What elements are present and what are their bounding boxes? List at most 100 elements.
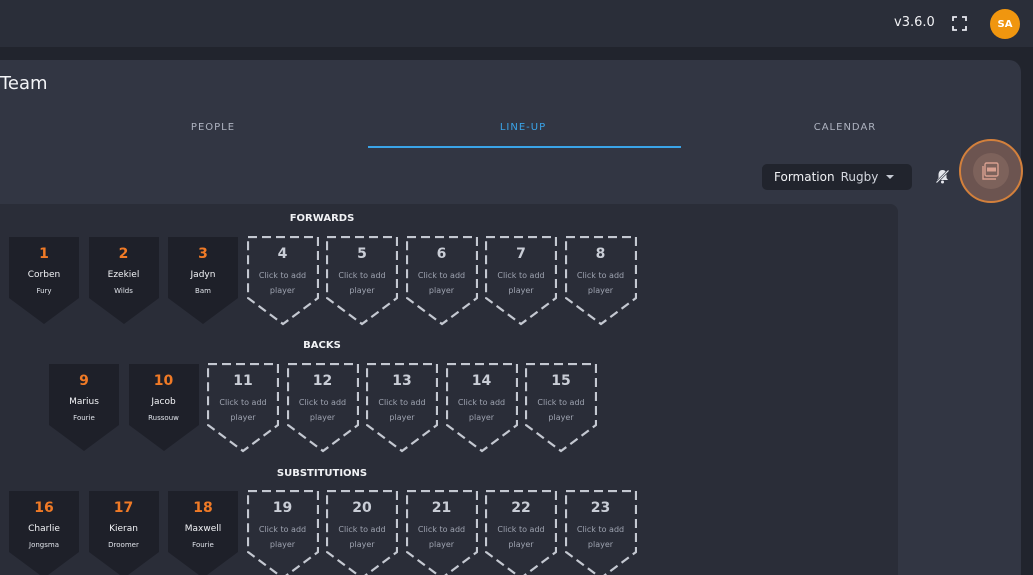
empty-player-slot[interactable]: 21 Click to add player <box>405 490 478 575</box>
player-slot[interactable]: 16 Charlie Jongsma <box>8 490 80 575</box>
empty-player-slot[interactable]: 12 Click to add player <box>286 363 359 453</box>
section-title: SUBSTITUTIONS <box>276 468 368 479</box>
player-slot[interactable]: 10 Jacob Russouw <box>128 363 200 453</box>
jersey-number: 22 <box>511 500 531 516</box>
player-last-name: Wilds <box>114 287 133 295</box>
section-title: BACKS <box>303 340 341 351</box>
pdf-icon <box>982 162 999 180</box>
player-slot[interactable]: 17 Kieran Droomer <box>88 490 160 575</box>
jersey-number: 18 <box>193 500 213 516</box>
add-player-text: player <box>428 286 455 295</box>
jersey-number: 20 <box>352 500 372 516</box>
version-label: v3.6.0 <box>894 15 935 30</box>
add-player-text: Click to add <box>576 525 625 534</box>
jersey-number: 5 <box>357 246 367 262</box>
jersey-number: 23 <box>590 500 611 516</box>
player-first-name: Ezekiel <box>107 270 140 280</box>
jersey-number: 13 <box>392 373 412 389</box>
jersey-number: 4 <box>277 246 288 262</box>
formation-select[interactable]: Formation Rugby <box>762 164 912 190</box>
player-slot[interactable]: 18 Maxwell Fourie <box>167 490 239 575</box>
jersey-number: 11 <box>233 373 253 389</box>
empty-player-slot[interactable]: 20 Click to add player <box>326 490 398 575</box>
player-slot[interactable]: 2 Ezekiel Wilds <box>88 236 160 326</box>
tab-calendar[interactable]: CALENDAR <box>790 122 900 133</box>
empty-player-slot[interactable]: 19 Click to add player <box>246 490 319 575</box>
add-player-text: Click to add <box>219 398 267 407</box>
add-player-text: Click to add <box>378 398 426 407</box>
add-player-text: Click to add <box>457 398 506 407</box>
jersey-number: 19 <box>272 500 293 516</box>
empty-player-slot[interactable]: 7 Click to add player <box>485 236 557 326</box>
empty-player-slot[interactable]: 4 Click to add player <box>246 236 319 326</box>
player-first-name: Maxwell <box>184 524 222 534</box>
add-player-text: Click to add <box>338 525 386 534</box>
jersey-number: 21 <box>431 500 452 516</box>
player-slot[interactable]: 9 Marius Fourie <box>48 363 120 453</box>
player-last-name: Fourie <box>73 414 95 422</box>
add-player-text: player <box>428 540 455 549</box>
section-title: FORWARDS <box>289 213 355 224</box>
add-player-text: player <box>508 540 534 549</box>
chevron-down-icon <box>886 175 895 179</box>
add-player-text: player <box>309 413 336 422</box>
jersey-number: 7 <box>516 246 526 262</box>
active-tab-indicator <box>368 146 681 148</box>
empty-player-slot[interactable]: 22 Click to add player <box>485 490 557 575</box>
add-player-text: Click to add <box>497 525 545 534</box>
formation-label: Formation <box>774 170 835 184</box>
add-player-text: Click to add <box>298 398 347 407</box>
empty-player-slot[interactable]: 11 Click to add player <box>207 363 279 453</box>
jersey-number: 15 <box>551 373 571 389</box>
fullscreen-icon[interactable] <box>952 16 967 31</box>
jersey-number: 6 <box>436 246 447 262</box>
player-slot[interactable]: 3 Jadyn Bam <box>167 236 239 326</box>
player-first-name: Jadyn <box>190 270 216 280</box>
bell-mute-icon[interactable] <box>934 168 951 185</box>
add-player-text: player <box>587 540 614 549</box>
player-last-name: Russouw <box>148 414 179 422</box>
add-player-text: Click to add <box>576 271 625 280</box>
player-last-name: Droomer <box>108 541 139 549</box>
add-player-text: player <box>269 286 296 295</box>
jersey-number: 3 <box>198 246 208 262</box>
add-player-text: Click to add <box>258 525 307 534</box>
tab-line-up[interactable]: LINE-UP <box>470 122 576 133</box>
formation-value: Rugby <box>840 170 879 184</box>
jersey-number: 8 <box>595 246 606 262</box>
empty-player-slot[interactable]: 14 Click to add player <box>445 363 518 453</box>
empty-player-slot[interactable]: 15 Click to add player <box>525 363 597 453</box>
empty-player-slot[interactable]: 8 Click to add player <box>564 236 637 326</box>
add-player-text: player <box>587 286 614 295</box>
add-player-text: Click to add <box>497 271 545 280</box>
player-first-name: Kieran <box>109 524 138 534</box>
tab-bar: PEOPLE LINE-UP CALENDAR <box>0 118 1020 148</box>
jersey-number: 2 <box>118 246 129 262</box>
player-last-name: Jongsma <box>29 541 59 549</box>
empty-player-slot[interactable]: 13 Click to add player <box>366 363 438 453</box>
add-player-text: player <box>548 413 574 422</box>
player-first-name: Marius <box>69 397 99 407</box>
add-player-text: Click to add <box>417 271 466 280</box>
page-title: Team <box>0 73 48 94</box>
player-last-name: Bam <box>195 287 211 295</box>
player-first-name: Jacob <box>151 397 176 407</box>
jersey-number: 17 <box>113 500 134 516</box>
empty-player-slot[interactable]: 5 Click to add player <box>326 236 398 326</box>
empty-player-slot[interactable]: 6 Click to add player <box>405 236 478 326</box>
add-player-text: Click to add <box>537 398 585 407</box>
player-first-name: Corben <box>27 270 61 280</box>
empty-player-slot[interactable]: 23 Click to add player <box>564 490 637 575</box>
avatar[interactable]: SA <box>990 9 1020 39</box>
export-pdf-button[interactable] <box>959 139 1023 203</box>
jersey-number: 1 <box>39 246 49 262</box>
add-player-text: Click to add <box>338 271 386 280</box>
add-player-text: Click to add <box>417 525 466 534</box>
top-bar: v3.6.0 SA <box>0 0 1033 47</box>
add-player-text: Click to add <box>258 271 307 280</box>
jersey-number: 12 <box>312 373 333 389</box>
add-player-text: player <box>349 286 375 295</box>
add-player-text: player <box>349 540 375 549</box>
tab-people[interactable]: PEOPLE <box>160 122 266 133</box>
player-slot[interactable]: 1 Corben Fury <box>8 236 80 326</box>
